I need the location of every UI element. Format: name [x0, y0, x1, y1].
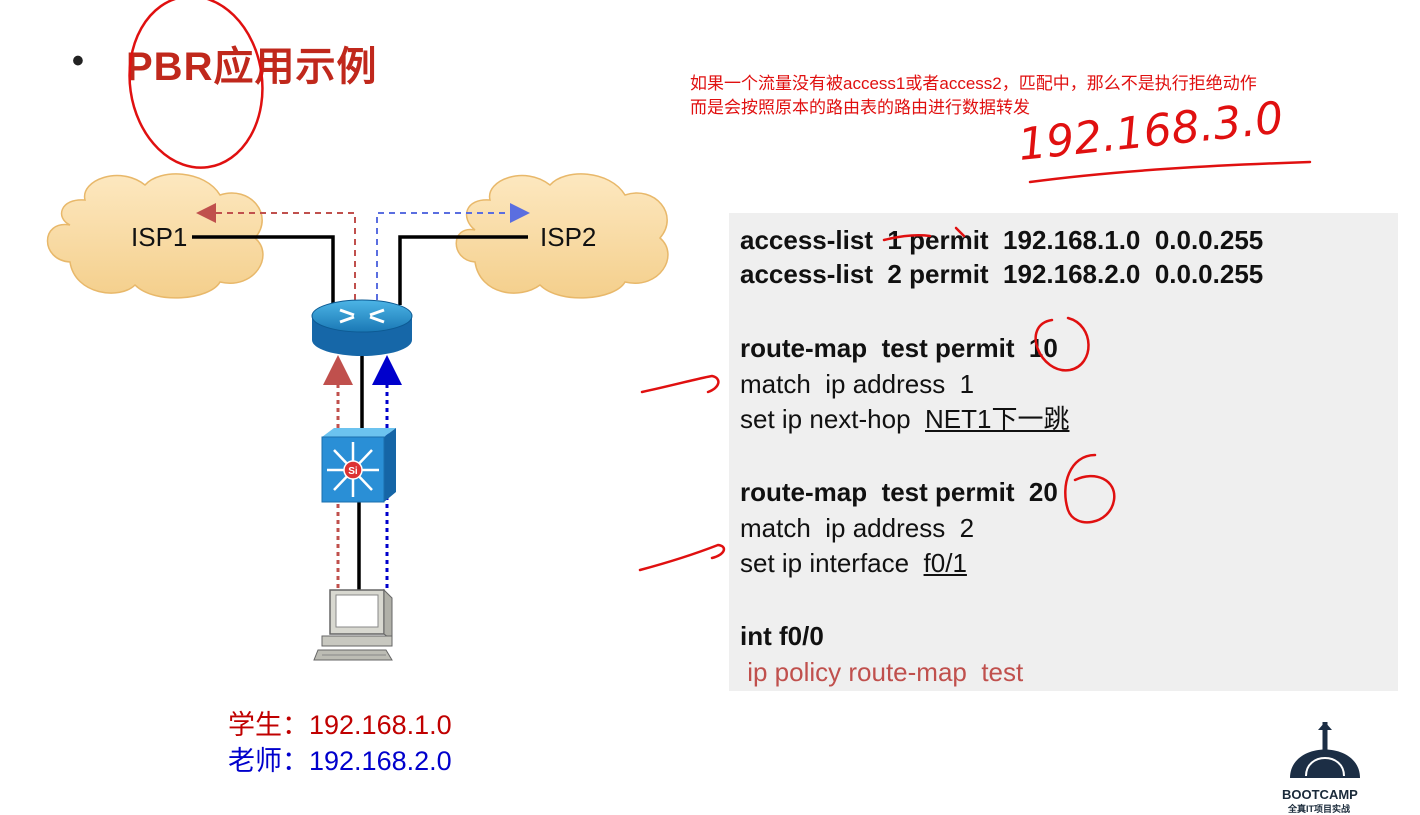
isp2-label: ISP2 — [540, 222, 597, 252]
network-diagram: Si 192.168.3.0 — [46, 0, 1360, 778]
teacher-legend: 老师：192.168.2.0 — [228, 746, 452, 776]
slide: • PBR应用示例 如果一个流量没有被access1或者access2，匹配中，… — [0, 0, 1420, 814]
physical-links — [192, 235, 528, 590]
handwritten-ip: 192.168.3.0 — [1016, 92, 1286, 171]
bootcamp-logo-icon — [1290, 722, 1360, 778]
switch-icon: Si — [321, 428, 396, 503]
student-legend: 学生：192.168.1.0 — [228, 710, 452, 740]
logo-subtitle: 全真IT项目实战 — [1288, 804, 1350, 814]
switch-badge: Si — [348, 466, 358, 477]
router-icon — [311, 299, 413, 356]
isp1-label: ISP1 — [131, 222, 188, 252]
logo-brand: BOOTCAMP — [1282, 787, 1358, 802]
computer-icon — [313, 588, 393, 661]
handwritten-annotations — [128, 0, 1312, 572]
